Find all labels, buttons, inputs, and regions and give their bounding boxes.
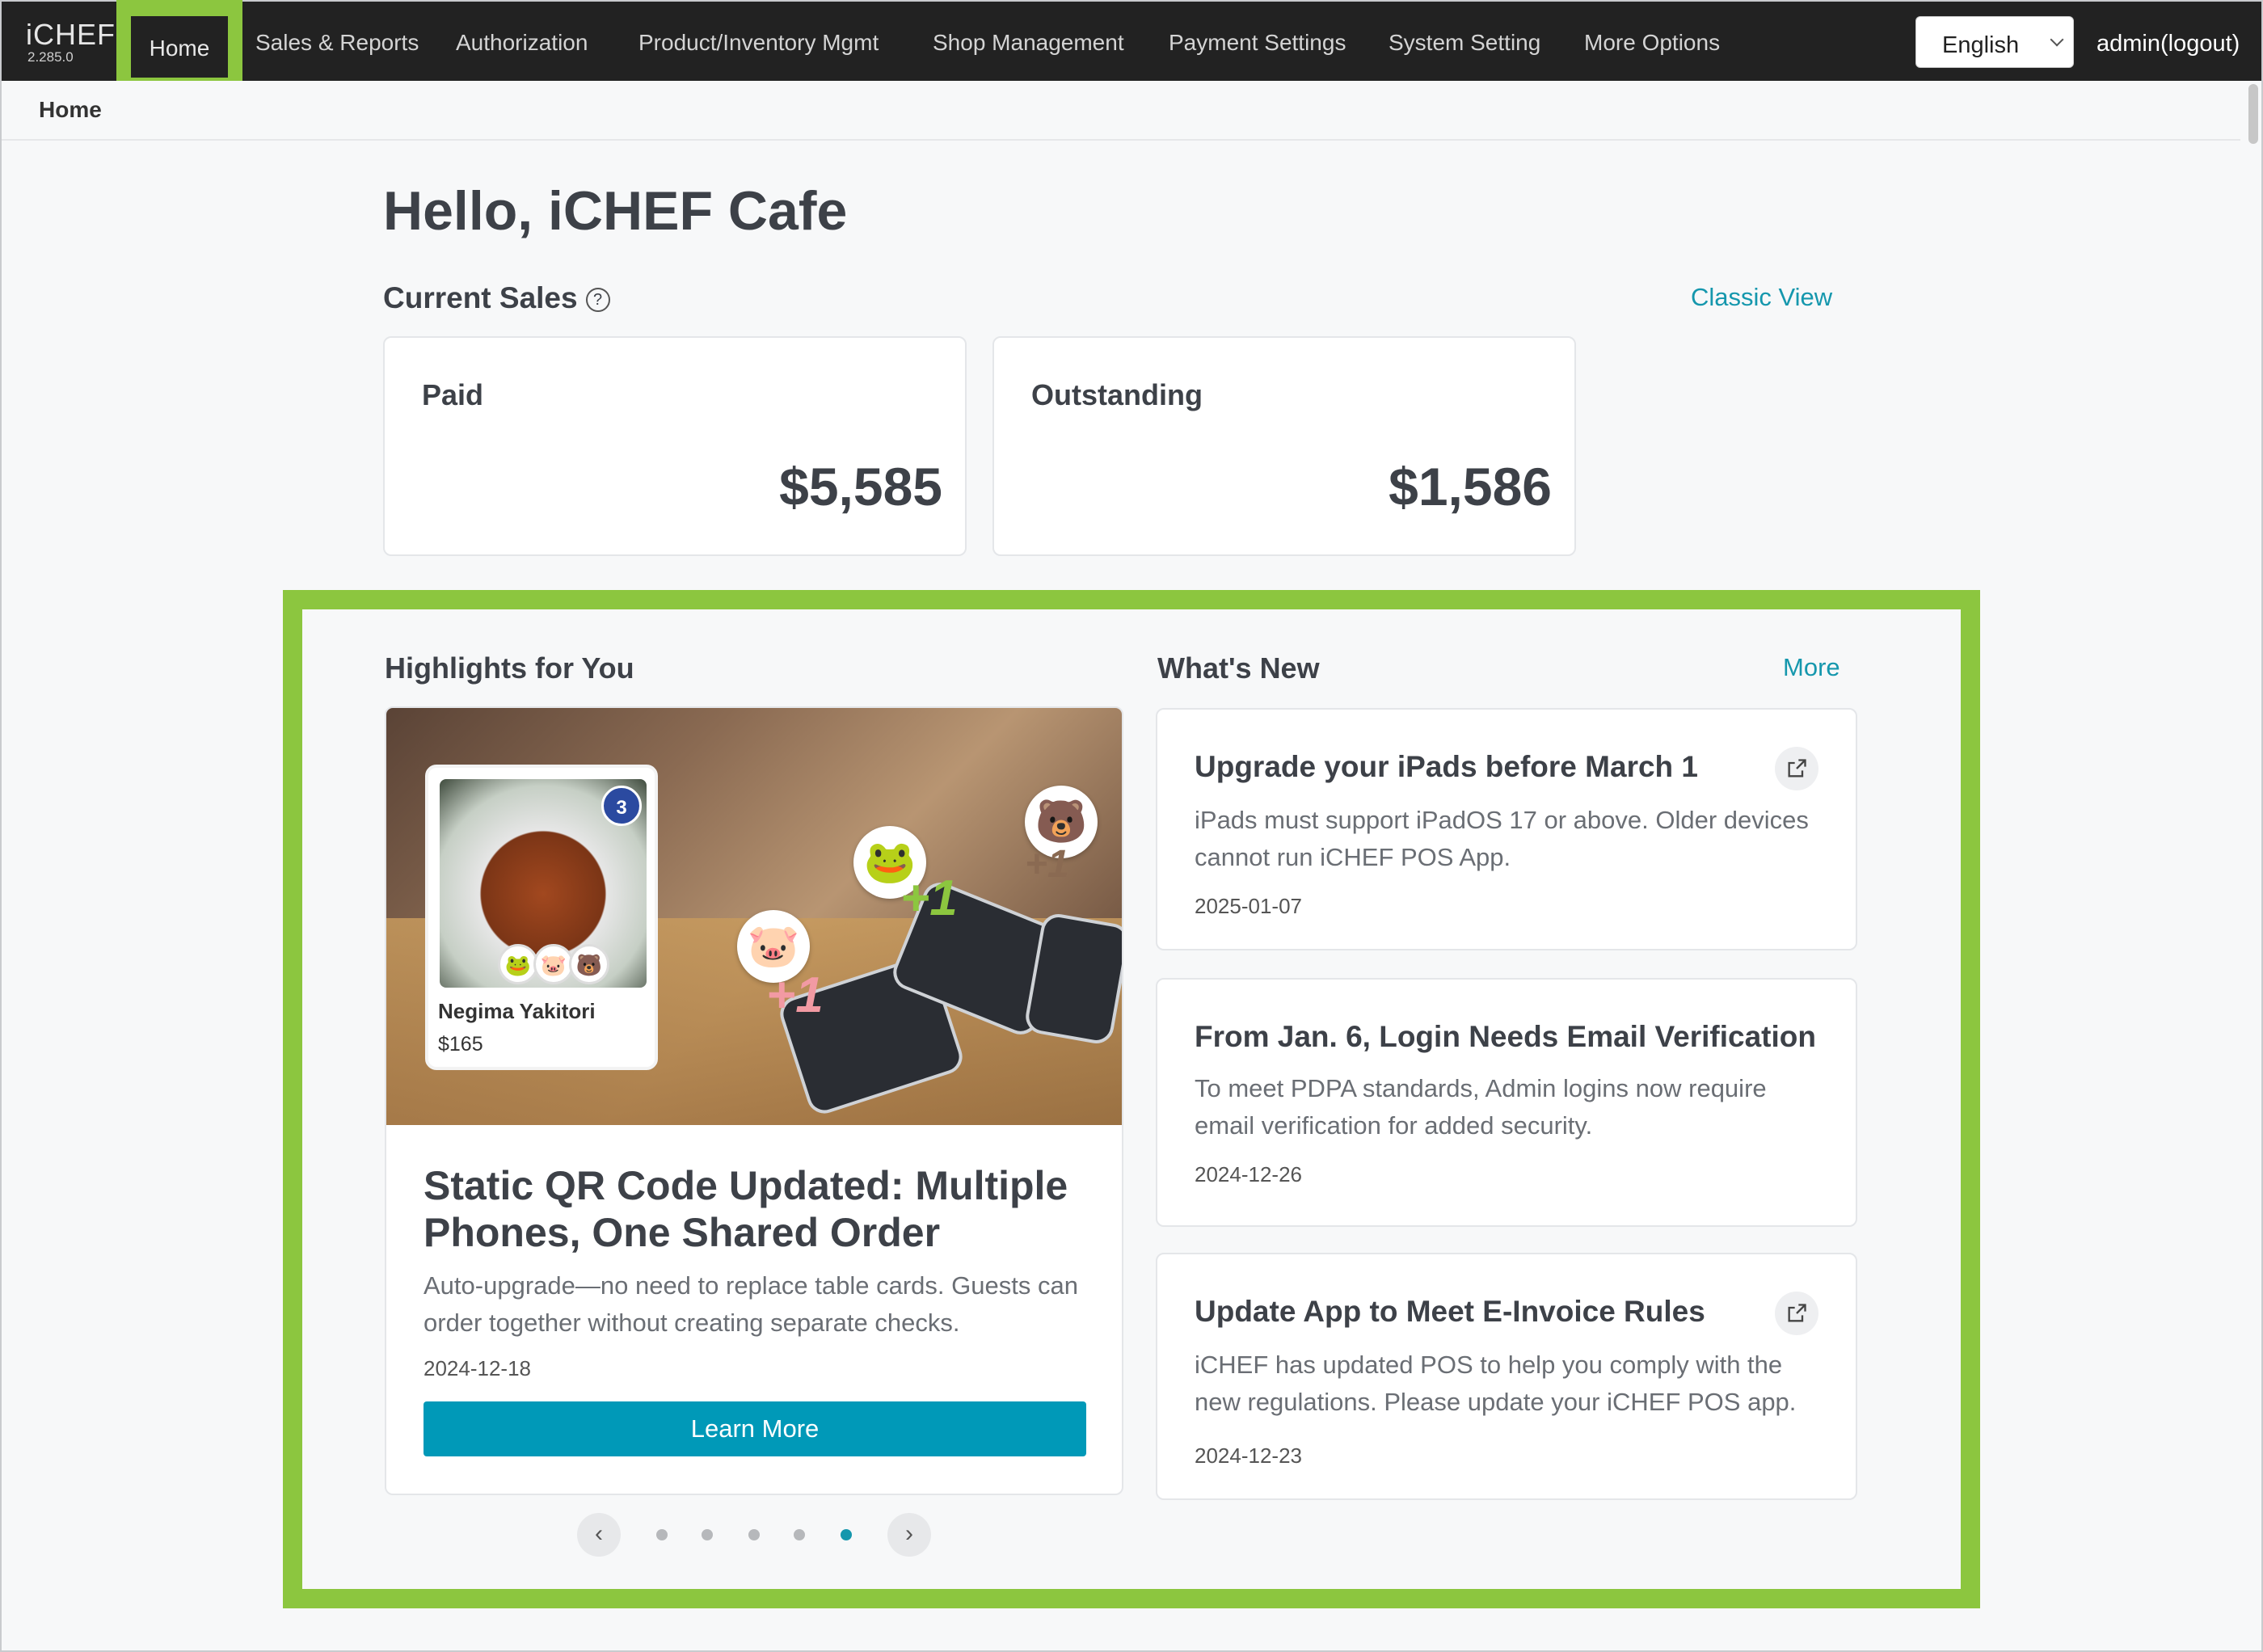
menu-item-name: Negima Yakitori [438, 999, 596, 1023]
highlight-date: 2024-12-18 [424, 1356, 531, 1380]
current-sales-heading: Current Sales? [383, 281, 610, 315]
plus-one-icon: +1 [900, 870, 958, 926]
breadcrumb: Home [2, 81, 2240, 141]
nav-shop-management[interactable]: Shop Management [933, 2, 1124, 81]
classic-view-link[interactable]: Classic View [1691, 283, 1832, 312]
outstanding-card: Outstanding $1,586 [992, 336, 1576, 556]
nav-home-highlight: Home [116, 0, 242, 94]
outstanding-label: Outstanding [1031, 378, 1203, 411]
language-select[interactable]: English [1915, 16, 2074, 68]
chevron-down-icon [2050, 32, 2064, 47]
breadcrumb-home: Home [39, 97, 102, 122]
frog-icon: 🐸 [498, 944, 538, 984]
carousel-next-button[interactable]: › [887, 1513, 931, 1557]
nav-product-inventory[interactable]: Product/Inventory Mgmt [638, 2, 879, 81]
page-title: Hello, iCHEF Cafe [383, 180, 848, 242]
top-nav: iCHEF 2.285.0 Sales & Reports Authorizat… [2, 2, 2261, 81]
carousel-dot[interactable] [748, 1529, 760, 1540]
news-card[interactable]: Upgrade your iPads before March 1 iPads … [1156, 708, 1857, 950]
order-count-badge: 3 [601, 786, 642, 826]
paid-amount: $5,585 [779, 457, 942, 516]
help-icon[interactable]: ? [585, 288, 610, 312]
nav-payment-settings[interactable]: Payment Settings [1169, 2, 1346, 81]
news-date: 2025-01-07 [1195, 894, 1302, 918]
carousel-dot-active[interactable] [841, 1529, 852, 1540]
carousel-dot[interactable] [702, 1529, 713, 1540]
carousel-dot[interactable] [656, 1529, 668, 1540]
bear-icon: 🐻 [569, 944, 609, 984]
highlight-image[interactable]: 3 🐸 🐷 🐻 Negima Yakitori $165 🐷 +1 🐸 +1 🐻 +… [386, 708, 1122, 1125]
more-link[interactable]: More [1783, 653, 1840, 682]
plus-one-icon: +1 [1025, 843, 1069, 886]
current-sales-title: Current Sales [383, 281, 578, 314]
outstanding-amount: $1,586 [1389, 457, 1552, 516]
nav-authorization[interactable]: Authorization [456, 2, 588, 81]
external-link-icon[interactable] [1775, 747, 1818, 790]
plus-one-icon: +1 [766, 967, 824, 1023]
news-description: iPads must support iPadOS 17 or above. O… [1195, 806, 1809, 871]
nav-system-setting[interactable]: System Setting [1389, 2, 1540, 81]
admin-logout-link[interactable]: admin(logout) [2097, 2, 2240, 86]
paid-card: Paid $5,585 [383, 336, 967, 556]
highlight-description: Auto-upgrade—no need to replace table ca… [424, 1271, 1078, 1337]
guest-avatars: 🐸 🐷 🐻 [498, 944, 609, 984]
carousel-prev-button[interactable]: ‹ [577, 1513, 621, 1557]
app-version: 2.285.0 [27, 49, 74, 65]
menu-item-card: 3 🐸 🐷 🐻 Negima Yakitori $165 [425, 765, 658, 1070]
scrollbar[interactable] [2248, 84, 2258, 144]
news-card[interactable]: Update App to Meet E-Invoice Rules iCHEF… [1156, 1253, 1857, 1500]
news-title: Update App to Meet E-Invoice Rules [1195, 1295, 1705, 1328]
learn-more-button[interactable]: Learn More [424, 1401, 1086, 1456]
news-description: To meet PDPA standards, Admin logins now… [1195, 1074, 1767, 1140]
highlight-title: Static QR Code Updated: Multiple Phones,… [424, 1163, 1068, 1255]
news-card[interactable]: From Jan. 6, Login Needs Email Verificat… [1156, 978, 1857, 1227]
news-title: From Jan. 6, Login Needs Email Verificat… [1195, 1020, 1816, 1053]
highlight-card: 3 🐸 🐷 🐻 Negima Yakitori $165 🐷 +1 🐸 +1 🐻 +… [385, 706, 1123, 1495]
news-title: Upgrade your iPads before March 1 [1195, 750, 1699, 783]
nav-sales-reports[interactable]: Sales & Reports [255, 2, 419, 81]
language-value: English [1942, 32, 2020, 58]
paid-label: Paid [422, 378, 484, 411]
nav-more-options[interactable]: More Options [1584, 2, 1720, 81]
external-link-icon[interactable] [1775, 1292, 1818, 1335]
menu-item-price: $165 [438, 1033, 483, 1056]
whats-new-title: What's New [1157, 651, 1320, 685]
news-description: iCHEF has updated POS to help you comply… [1195, 1351, 1797, 1416]
app-name: iCHEF [26, 18, 116, 51]
carousel-dot[interactable] [794, 1529, 805, 1540]
highlights-title: Highlights for You [385, 651, 634, 685]
pig-icon: 🐷 [533, 944, 574, 984]
news-date: 2024-12-23 [1195, 1443, 1302, 1468]
nav-home[interactable]: Home [131, 16, 228, 78]
app-logo[interactable]: iCHEF 2.285.0 [26, 19, 116, 65]
news-date: 2024-12-26 [1195, 1162, 1302, 1186]
